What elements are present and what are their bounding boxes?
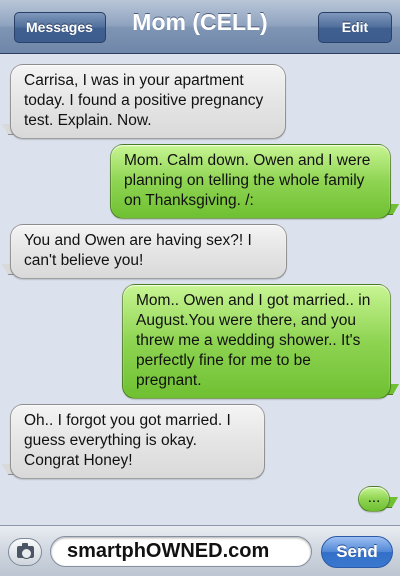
- message-received: Oh.. I forgot you got married. I guess e…: [10, 404, 265, 479]
- message-input-bar: smartphOWNED.com Send: [0, 525, 400, 576]
- message-received: Carrisa, I was in your apartment today. …: [10, 64, 286, 139]
- edit-button[interactable]: Edit: [318, 12, 392, 43]
- message-received: You and Owen are having sex?! I can't be…: [10, 224, 287, 279]
- message-sent: Mom. Calm down. Owen and I were planning…: [110, 144, 391, 219]
- message-sent: Mom.. Owen and I got married.. in August…: [122, 284, 391, 399]
- camera-button[interactable]: [8, 538, 42, 566]
- typing-indicator: ...: [358, 486, 390, 512]
- camera-icon: [17, 543, 34, 559]
- send-button[interactable]: Send: [321, 536, 393, 568]
- navigation-bar: Messages Mom (CELL) Edit: [0, 0, 400, 54]
- message-text-field[interactable]: smartphOWNED.com: [50, 536, 312, 567]
